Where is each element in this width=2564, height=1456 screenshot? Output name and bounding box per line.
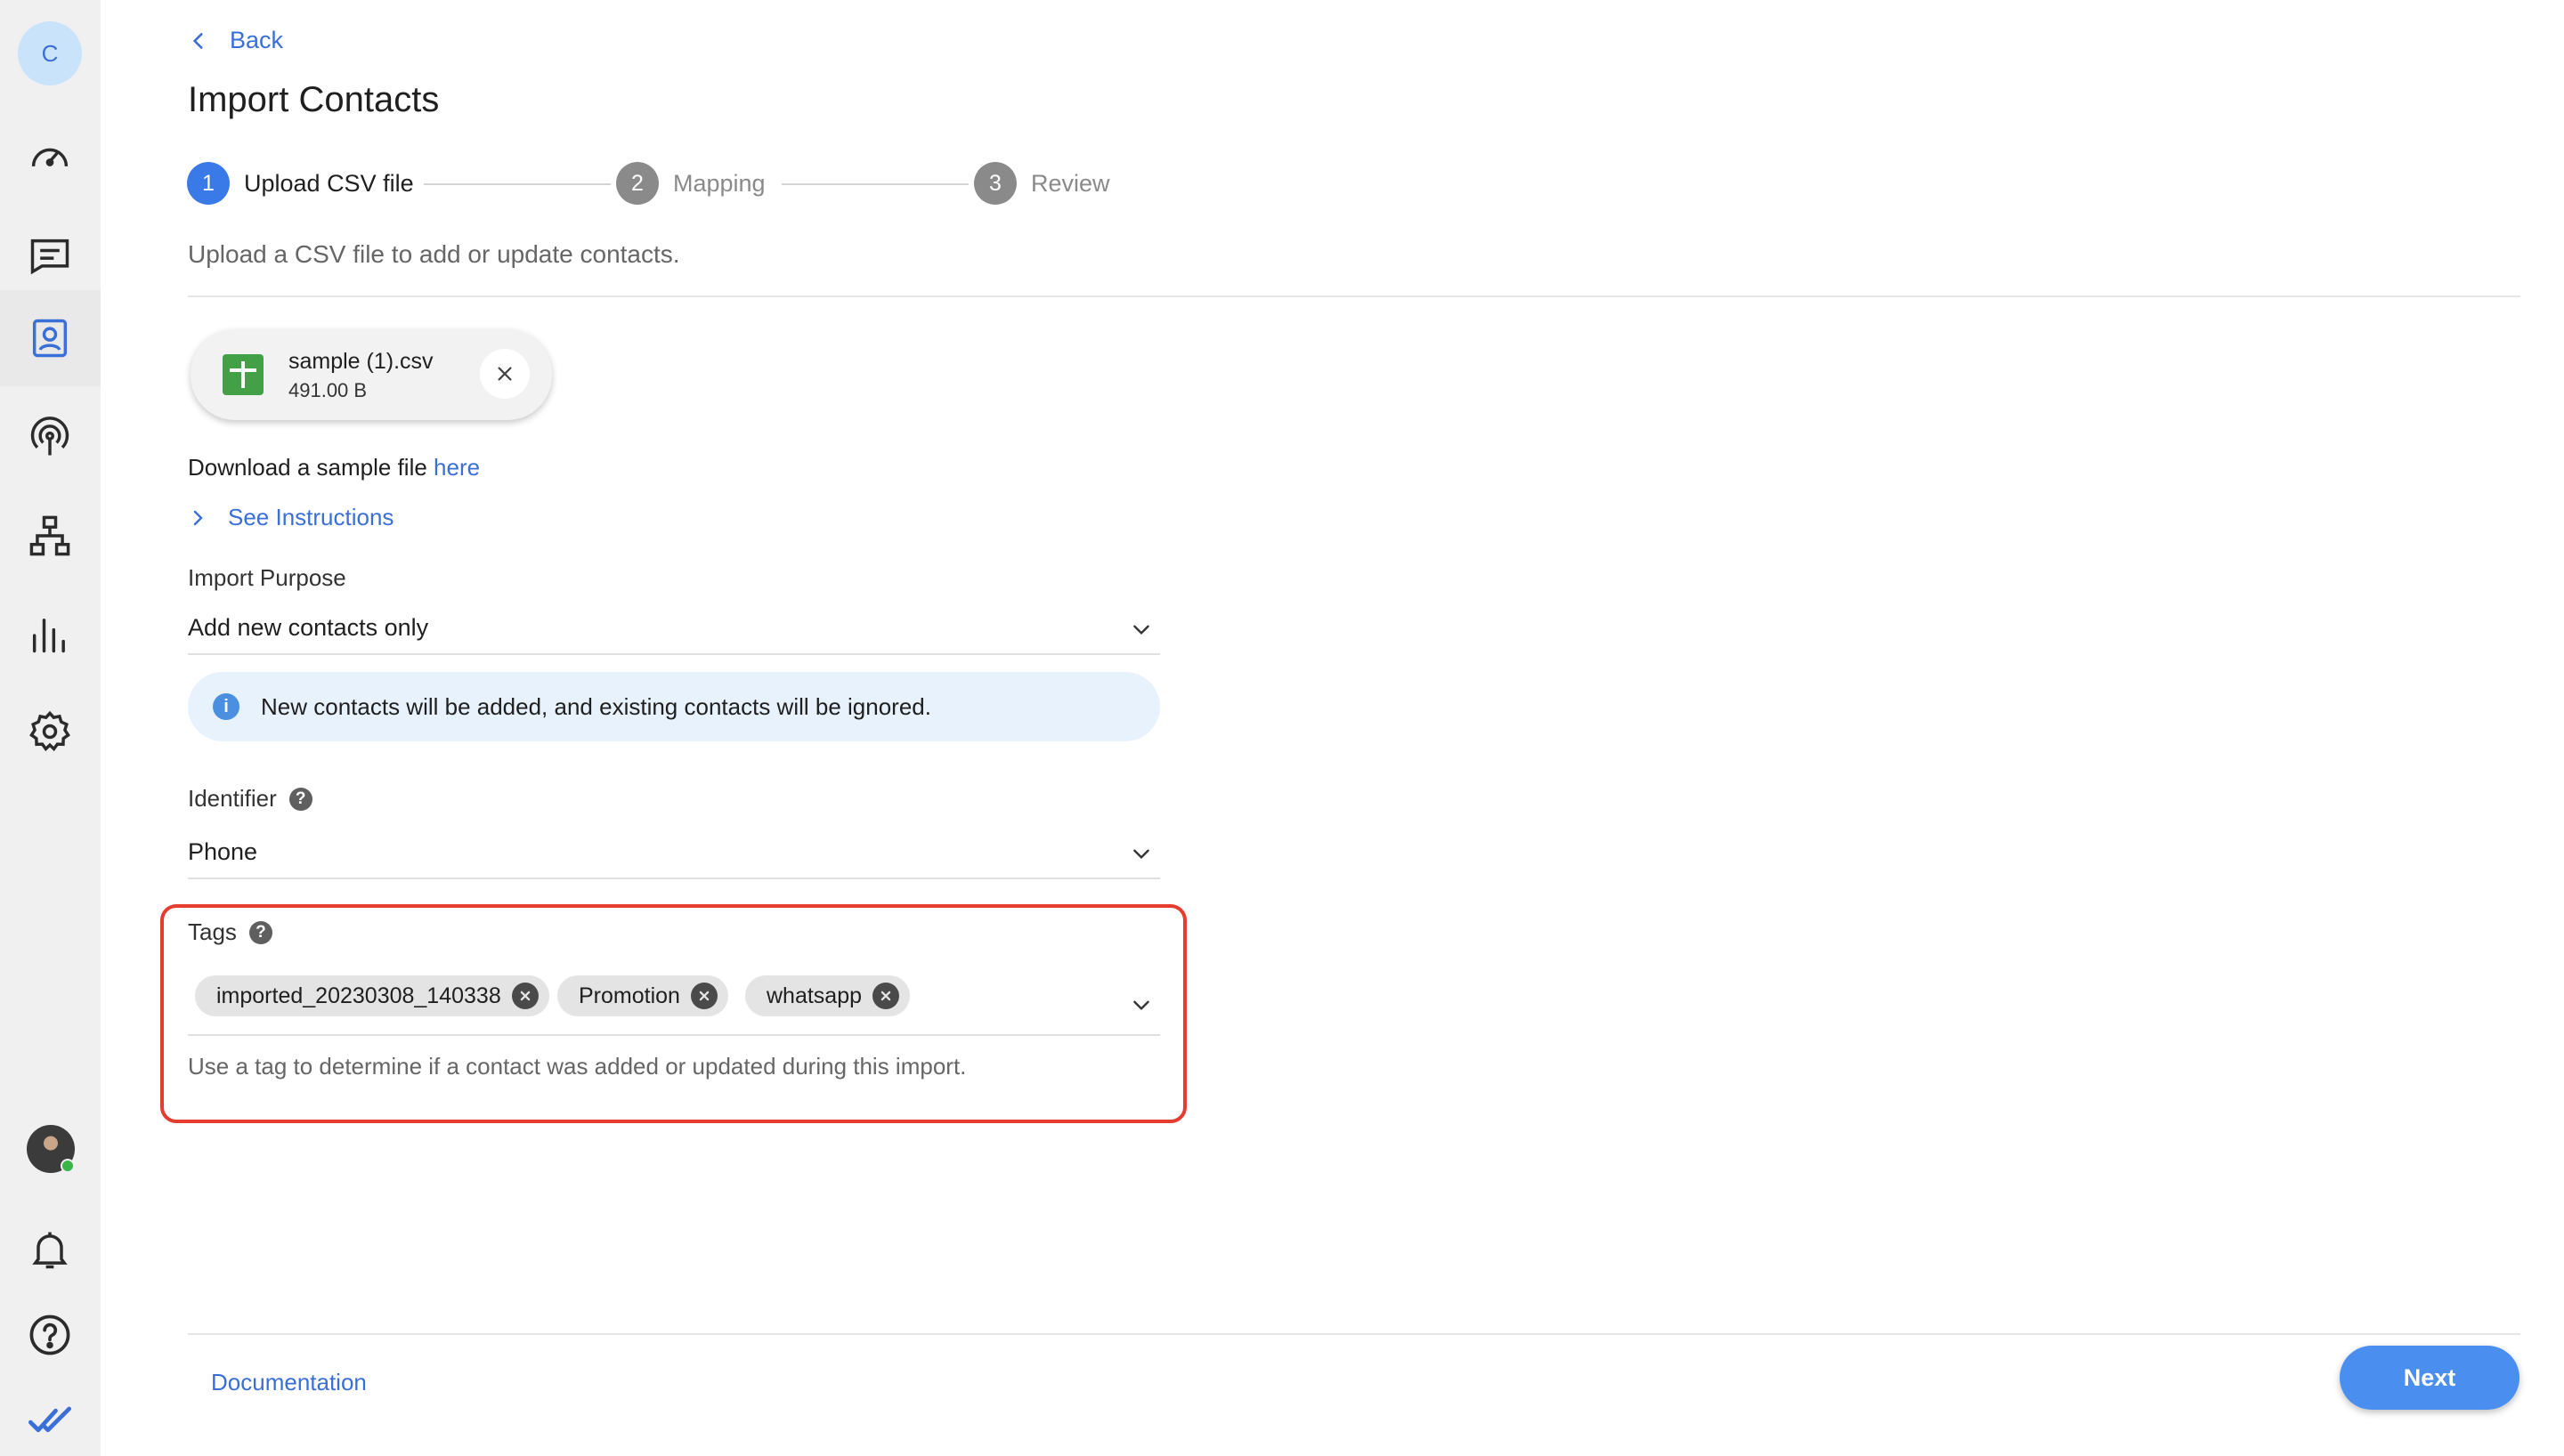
step-number: 2 [616, 162, 659, 205]
step-label: Mapping [673, 169, 766, 197]
step-mapping: 2 Mapping [616, 162, 766, 205]
file-name: sample (1).csv [288, 349, 434, 374]
close-icon [699, 991, 710, 1001]
dashboard-icon[interactable] [20, 126, 80, 187]
import-purpose-label-text: Import Purpose [188, 564, 346, 591]
chevron-down-icon[interactable] [1130, 993, 1153, 1016]
identifier-label-text: Identifier [188, 785, 277, 812]
chevron-left-icon [192, 32, 203, 49]
divider [188, 1333, 2520, 1335]
sidebar: C [0, 0, 101, 1456]
notifications-icon[interactable] [20, 1219, 80, 1280]
tags-label-text: Tags [188, 918, 237, 945]
info-icon: i [213, 693, 239, 720]
account-avatar[interactable]: C [18, 21, 82, 85]
tag-label: whatsapp [767, 983, 863, 1008]
identifier-value: Phone [188, 838, 258, 865]
online-status-indicator [61, 1159, 75, 1173]
remove-tag-button[interactable] [511, 983, 539, 1009]
tag-chip: Promotion [557, 975, 728, 1016]
close-icon [498, 367, 512, 381]
import-purpose-value: Add new contacts only [188, 614, 429, 641]
broadcast-icon[interactable] [20, 408, 80, 468]
see-instructions-label: See Instructions [228, 504, 394, 530]
divider [188, 295, 2520, 297]
download-sample-text: Download a sample file here [188, 454, 480, 481]
tag-chip: whatsapp [745, 975, 911, 1016]
step-number: 3 [974, 162, 1017, 205]
brand-logo-icon [20, 1390, 80, 1451]
back-label: Back [230, 27, 284, 53]
step-connector [782, 183, 969, 185]
close-icon [880, 991, 891, 1001]
reports-icon[interactable] [20, 603, 80, 664]
step-label: Upload CSV file [244, 169, 414, 197]
step-upload: 1 Upload CSV file [187, 162, 414, 205]
uploaded-file-chip: sample (1).csv 491.00 B [191, 329, 552, 420]
chevron-down-icon [1133, 625, 1149, 635]
identifier-select[interactable]: Phone [188, 829, 1160, 879]
download-sample-link[interactable]: here [434, 454, 480, 481]
stepper: 1 Upload CSV file 2 Mapping 3 Review [187, 162, 1110, 206]
remove-file-button[interactable] [480, 349, 530, 399]
step-label: Review [1031, 169, 1110, 197]
tag-label: Promotion [579, 983, 680, 1008]
contacts-icon[interactable] [20, 308, 80, 368]
chevron-down-icon [1133, 849, 1149, 860]
tags-label: Tags ? [188, 918, 272, 946]
conversations-icon[interactable] [20, 226, 80, 287]
help-circle-icon[interactable]: ? [288, 787, 312, 811]
back-link[interactable]: Back [187, 27, 283, 54]
spreadsheet-file-icon [223, 354, 264, 395]
step-number: 1 [187, 162, 230, 205]
close-icon [520, 991, 530, 1001]
documentation-link[interactable]: Documentation [211, 1369, 367, 1396]
page-subtitle: Upload a CSV file to add or update conta… [188, 240, 680, 268]
identifier-label: Identifier ? [188, 785, 312, 813]
import-purpose-label: Import Purpose [188, 564, 346, 592]
help-icon[interactable] [20, 1305, 80, 1365]
tag-chip: imported_20230308_140338 [195, 975, 549, 1016]
tag-label: imported_20230308_140338 [216, 983, 501, 1008]
step-review: 3 Review [974, 162, 1110, 205]
import-purpose-info-banner: i New contacts will be added, and existi… [188, 672, 1160, 741]
tags-input[interactable]: imported_20230308_140338 Promotion whats… [188, 968, 1160, 1036]
step-connector [424, 183, 611, 185]
page-title: Import Contacts [188, 80, 440, 119]
file-size: 491.00 B [288, 379, 368, 401]
next-button[interactable]: Next [2340, 1346, 2519, 1410]
chevron-right-icon [193, 510, 203, 525]
flows-icon[interactable] [20, 506, 80, 566]
remove-tag-button[interactable] [690, 983, 718, 1009]
info-text: New contacts will be added, and existing… [261, 692, 931, 720]
tags-help-text: Use a tag to determine if a contact was … [188, 1053, 967, 1080]
settings-icon[interactable] [20, 701, 80, 762]
remove-tag-button[interactable] [872, 983, 900, 1009]
help-circle-icon[interactable]: ? [248, 920, 272, 944]
import-purpose-select[interactable]: Add new contacts only [188, 605, 1160, 655]
see-instructions-toggle[interactable]: See Instructions [187, 504, 394, 531]
download-sample-label: Download a sample file [188, 454, 434, 481]
